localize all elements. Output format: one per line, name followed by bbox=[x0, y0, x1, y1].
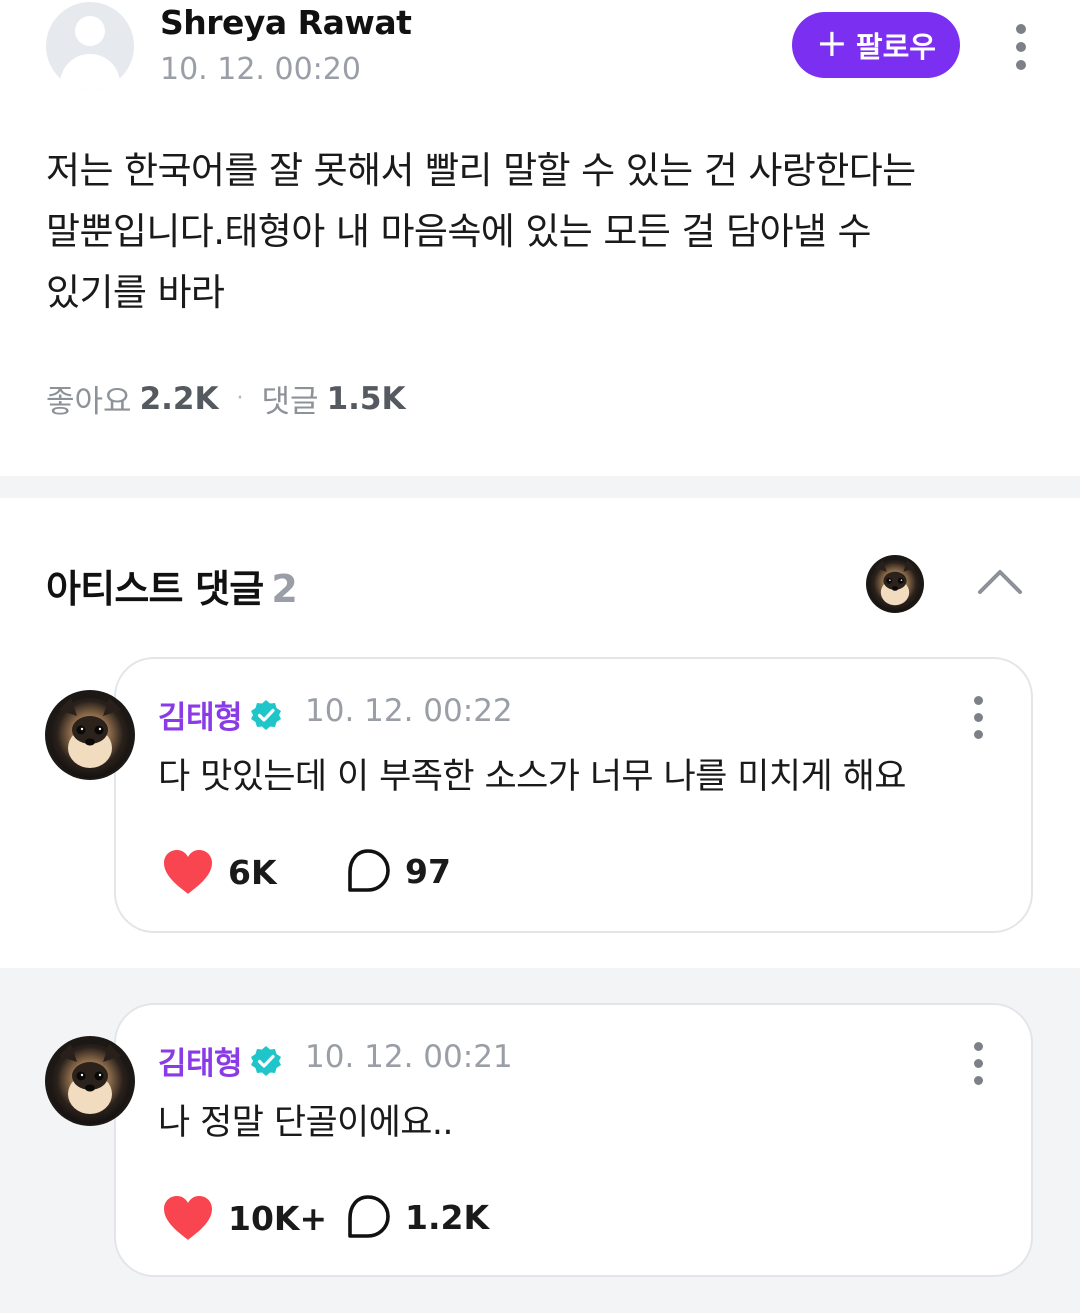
reply-button[interactable]: 97 bbox=[345, 848, 451, 894]
post: Shreya Rawat 10. 12. 00:20 + 팔로우 저는 한국어를… bbox=[0, 0, 1080, 476]
post-body: 저는 한국어를 잘 못해서 빨리 말할 수 있는 건 사랑한다는 말뿐입니다.태… bbox=[46, 140, 1036, 323]
likes-count[interactable]: 2.2K bbox=[140, 381, 219, 417]
comment-timestamp: 10. 12. 00:22 bbox=[305, 693, 513, 729]
page: Shreya Rawat 10. 12. 00:20 + 팔로우 저는 한국어를… bbox=[0, 0, 1080, 1313]
like-count: 6K bbox=[228, 852, 277, 892]
verified-badge-icon bbox=[251, 1045, 282, 1076]
comment-text: 나 정말 단골이에요.. bbox=[158, 1103, 454, 1143]
commenter-name[interactable]: 김태형 bbox=[158, 692, 282, 737]
heart-icon bbox=[164, 1196, 212, 1240]
speech-bubble-icon bbox=[348, 1195, 390, 1238]
reply-button[interactable]: 1.2K bbox=[345, 1194, 489, 1240]
comment-more-options-icon[interactable] bbox=[966, 696, 990, 739]
avatar-placeholder-body bbox=[60, 54, 120, 90]
comments-count[interactable]: 1.5K bbox=[327, 381, 406, 417]
post-body-line: 있기를 바라 bbox=[46, 271, 225, 314]
speech-bubble-icon bbox=[348, 849, 390, 892]
likes-label[interactable]: 좋아요 bbox=[46, 376, 132, 421]
avatar-placeholder-head bbox=[75, 16, 105, 46]
artist-avatar-stack[interactable] bbox=[866, 555, 924, 613]
post-stats: 좋아요 2.2K · 댓글 1.5K bbox=[46, 376, 406, 421]
follow-label: 팔로우 bbox=[855, 30, 936, 64]
artist-comments-label: 아티스트 댓글 bbox=[46, 567, 264, 611]
section-divider bbox=[0, 476, 1080, 498]
commenter-name-text: 김태형 bbox=[158, 700, 243, 736]
post-timestamp: 10. 12. 00:20 bbox=[160, 52, 361, 87]
artist-comments-title: 아티스트 댓글 2 bbox=[46, 558, 298, 613]
heart-icon bbox=[164, 850, 212, 894]
stats-separator: · bbox=[236, 386, 244, 411]
reply-count: 1.2K bbox=[405, 1197, 490, 1237]
verified-badge-icon bbox=[251, 699, 282, 730]
commenter-name-text: 김태형 bbox=[158, 1046, 243, 1082]
like-count: 10K+ bbox=[228, 1198, 328, 1238]
like-button[interactable]: 6K bbox=[162, 848, 277, 896]
commenter-avatar[interactable] bbox=[45, 690, 135, 780]
comment-more-options-icon[interactable] bbox=[966, 1042, 990, 1085]
plus-icon: + bbox=[816, 21, 848, 65]
like-button[interactable]: 10K+ bbox=[162, 1194, 327, 1242]
author-avatar[interactable] bbox=[46, 2, 134, 90]
reply-count: 97 bbox=[405, 851, 451, 891]
chevron-up-icon[interactable] bbox=[976, 564, 1024, 596]
comment-timestamp: 10. 12. 00:21 bbox=[305, 1039, 513, 1075]
author-name[interactable]: Shreya Rawat bbox=[160, 3, 412, 42]
comments-label[interactable]: 댓글 bbox=[262, 376, 319, 421]
follow-button[interactable]: + 팔로우 bbox=[792, 12, 960, 78]
comment-text: 다 맛있는데 이 부족한 소스가 너무 나를 미치게 해요 bbox=[158, 757, 906, 797]
commenter-name[interactable]: 김태형 bbox=[158, 1038, 282, 1083]
post-body-line: 저는 한국어를 잘 못해서 빨리 말할 수 있는 건 사랑한다는 bbox=[46, 149, 916, 192]
post-more-options-icon[interactable] bbox=[1009, 24, 1033, 70]
commenter-avatar[interactable] bbox=[45, 1036, 135, 1126]
artist-comments-count: 2 bbox=[271, 567, 298, 611]
post-body-line: 말뿐입니다.태형아 내 마음속에 있는 모든 걸 담아낼 수 bbox=[46, 210, 872, 253]
